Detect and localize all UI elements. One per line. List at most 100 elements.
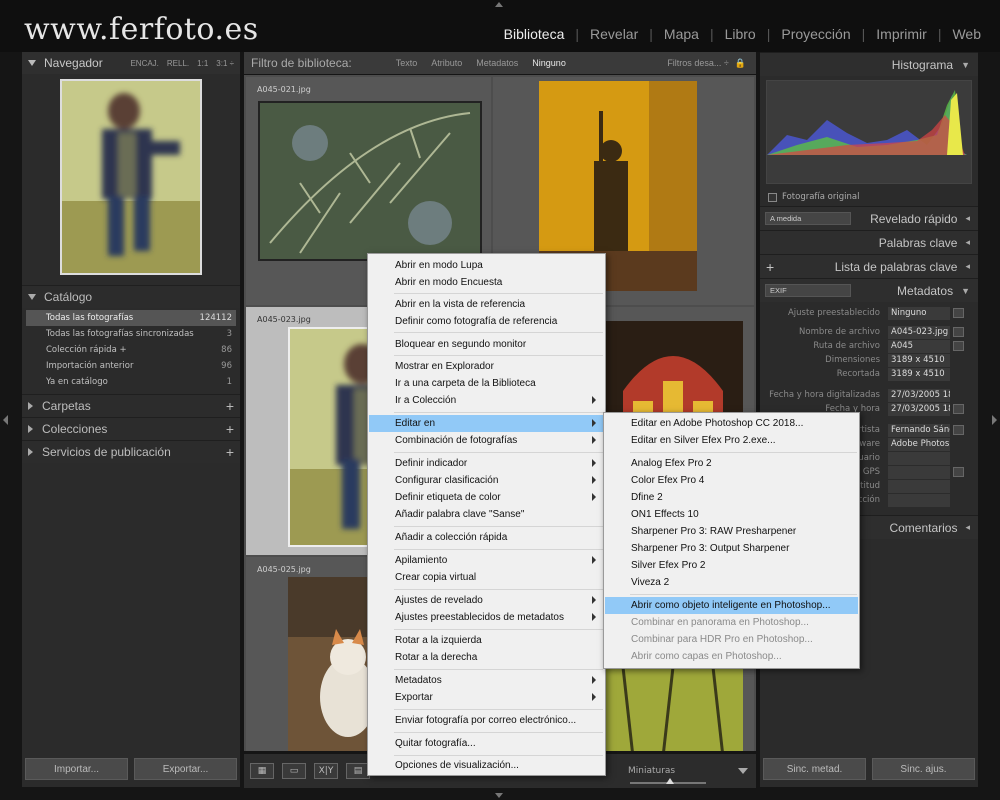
catalog-item[interactable]: Ya en catálogo 1: [26, 374, 236, 390]
module-libro[interactable]: Libro: [714, 26, 767, 42]
submenu-item[interactable]: Color Efex Pro 4: [605, 472, 858, 489]
checkbox-icon[interactable]: [768, 192, 777, 202]
submenu-item[interactable]: Sharpener Pro 3: RAW Presharpener: [605, 523, 858, 540]
submenu-item[interactable]: Sharpener Pro 3: Output Sharpener: [605, 540, 858, 557]
nav-1to1[interactable]: 1:1: [197, 59, 208, 68]
keywording-header[interactable]: Palabras clave ◂: [760, 230, 978, 254]
loupe-view-icon[interactable]: ▭: [282, 763, 306, 779]
menu-item-lock-monitor[interactable]: Bloquear en segundo monitor: [369, 336, 604, 353]
menu-item-export[interactable]: Exportar: [369, 689, 604, 706]
menu-item-go-folder[interactable]: Ir a una carpeta de la Biblioteca: [369, 375, 604, 392]
collapse-icon: [28, 60, 36, 66]
submenu-item[interactable]: ON1 Effects 10: [605, 506, 858, 523]
submenu-item-smart-object[interactable]: Abrir como objeto inteligente en Photosh…: [605, 597, 858, 614]
menu-item-rotate-left[interactable]: Rotar a la izquierda: [369, 632, 604, 649]
menu-item-set-rating[interactable]: Configurar clasificación: [369, 472, 604, 489]
module-revelar[interactable]: Revelar: [579, 26, 649, 42]
add-icon[interactable]: +: [226, 421, 234, 437]
menu-item-set-reference[interactable]: Definir como fotografía de referencia: [369, 313, 604, 330]
menu-item-edit-in[interactable]: Editar en: [369, 415, 604, 432]
expand-icon: ◂: [965, 237, 970, 247]
catalog-item[interactable]: Importación anterior 96: [26, 358, 236, 374]
original-photo-toggle[interactable]: Fotografía original: [760, 188, 978, 206]
menu-item-go-collection[interactable]: Ir a Colección: [369, 392, 604, 409]
right-panel-toggle-icon[interactable]: [992, 415, 997, 425]
menu-item-quick-collection[interactable]: Añadir a colección rápida: [369, 529, 604, 546]
nav-fill[interactable]: RELL.: [167, 59, 189, 68]
submenu-item[interactable]: Viveza 2: [605, 574, 858, 591]
toolbar-menu-icon[interactable]: [738, 768, 748, 774]
import-button[interactable]: Importar...: [25, 758, 128, 780]
submenu-arrow-icon: [592, 613, 596, 621]
submenu-arrow-icon: [592, 459, 596, 467]
menu-item-reference-view[interactable]: Abrir en la vista de referencia: [369, 296, 604, 313]
submenu-item[interactable]: Editar en Adobe Photoshop CC 2018...: [605, 415, 858, 432]
menu-item-photo-merge[interactable]: Combinación de fotografías: [369, 432, 604, 449]
catalog-item[interactable]: Colección rápida +86: [26, 342, 236, 358]
filter-attribute[interactable]: Atributo: [431, 58, 462, 68]
add-icon[interactable]: +: [226, 444, 234, 460]
sync-metadata-button[interactable]: Sinc. metad.: [763, 758, 866, 780]
menu-item-metadata-presets[interactable]: Ajustes preestablecidos de metadatos: [369, 609, 604, 626]
expand-icon: [28, 402, 33, 410]
keyword-list-header[interactable]: + Lista de palabras clave ◂: [760, 254, 978, 278]
left-panel-toggle-icon[interactable]: [3, 415, 8, 425]
catalog-item[interactable]: Todas las fotografías sincronizadas 3: [26, 326, 236, 342]
module-biblioteca[interactable]: Biblioteca: [493, 26, 576, 42]
add-icon[interactable]: +: [766, 259, 774, 275]
menu-item-develop-settings[interactable]: Ajustes de revelado: [369, 592, 604, 609]
metadata-header[interactable]: EXIF Metadatos ▼: [760, 278, 978, 302]
menu-item-add-keyword[interactable]: Añadir palabra clave "Sanse": [369, 506, 604, 523]
lock-icon[interactable]: 🔒: [735, 58, 746, 69]
nav-fit[interactable]: ENCAJ.: [130, 59, 158, 68]
histogram[interactable]: [766, 80, 972, 184]
menu-item-virtual-copy[interactable]: Crear copia virtual: [369, 569, 604, 586]
submenu-item[interactable]: Dfine 2: [605, 489, 858, 506]
histogram-header[interactable]: Histograma ▼: [760, 52, 978, 76]
menu-item-rotate-right[interactable]: Rotar a la derecha: [369, 649, 604, 666]
quick-develop-preset-select[interactable]: A medida: [765, 212, 851, 225]
top-panel-toggle-icon[interactable]: [495, 2, 503, 7]
export-button[interactable]: Exportar...: [134, 758, 237, 780]
catalog-header[interactable]: Catálogo: [22, 285, 240, 308]
module-mapa[interactable]: Mapa: [653, 26, 710, 42]
filter-text[interactable]: Texto: [396, 58, 418, 68]
module-proyeccion[interactable]: Proyección: [770, 26, 861, 42]
menu-item-color-label[interactable]: Definir etiqueta de color: [369, 489, 604, 506]
submenu-item[interactable]: Silver Efex Pro 2: [605, 557, 858, 574]
bottom-panel-toggle-icon[interactable]: [495, 793, 503, 798]
collections-header[interactable]: Colecciones +: [22, 417, 240, 440]
file-name: A045-021.jpg: [257, 85, 311, 94]
filter-preset-select[interactable]: Filtros desa... ÷: [667, 58, 728, 68]
metadata-preset-select[interactable]: EXIF: [765, 284, 851, 297]
add-icon[interactable]: +: [226, 398, 234, 414]
menu-item-metadata[interactable]: Metadatos: [369, 672, 604, 689]
compare-view-button[interactable]: X|Y: [314, 763, 338, 779]
publish-services-header[interactable]: Servicios de publicación +: [22, 440, 240, 463]
menu-item-loupe[interactable]: Abrir en modo Lupa: [369, 257, 604, 274]
module-web[interactable]: Web: [941, 26, 992, 42]
menu-item-survey[interactable]: Abrir en modo Encuesta: [369, 274, 604, 291]
filter-metadata[interactable]: Metadatos: [476, 58, 518, 68]
menu-item-remove-photo[interactable]: Quitar fotografía...: [369, 735, 604, 752]
quick-develop-header[interactable]: A medida Revelado rápido ◂: [760, 206, 978, 230]
folders-header[interactable]: Carpetas +: [22, 394, 240, 417]
submenu-item[interactable]: Editar en Silver Efex Pro 2.exe...: [605, 432, 858, 449]
grid-view-icon[interactable]: ▦: [250, 763, 274, 779]
slider-knob-icon[interactable]: [666, 778, 674, 784]
expand-icon: ◂: [965, 213, 970, 223]
menu-item-set-flag[interactable]: Definir indicador: [369, 455, 604, 472]
menu-item-email[interactable]: Enviar fotografía por correo electrónico…: [369, 712, 604, 729]
submenu-arrow-icon: [592, 556, 596, 564]
submenu-item[interactable]: Analog Efex Pro 2: [605, 455, 858, 472]
module-imprimir[interactable]: Imprimir: [865, 26, 938, 42]
sync-settings-button[interactable]: Sinc. ajus.: [872, 758, 975, 780]
menu-item-view-options[interactable]: Opciones de visualización...: [369, 757, 604, 774]
navigator-header[interactable]: Navegador ENCAJ. RELL. 1:1 3:1 ÷: [22, 52, 240, 74]
menu-item-show-explorer[interactable]: Mostrar en Explorador: [369, 358, 604, 375]
filter-none[interactable]: Ninguno: [532, 58, 566, 68]
navigator-preview[interactable]: [22, 74, 240, 279]
menu-item-stacking[interactable]: Apilamiento: [369, 552, 604, 569]
nav-3to1[interactable]: 3:1 ÷: [216, 59, 234, 68]
catalog-item[interactable]: Todas las fotografías 124112: [26, 310, 236, 326]
